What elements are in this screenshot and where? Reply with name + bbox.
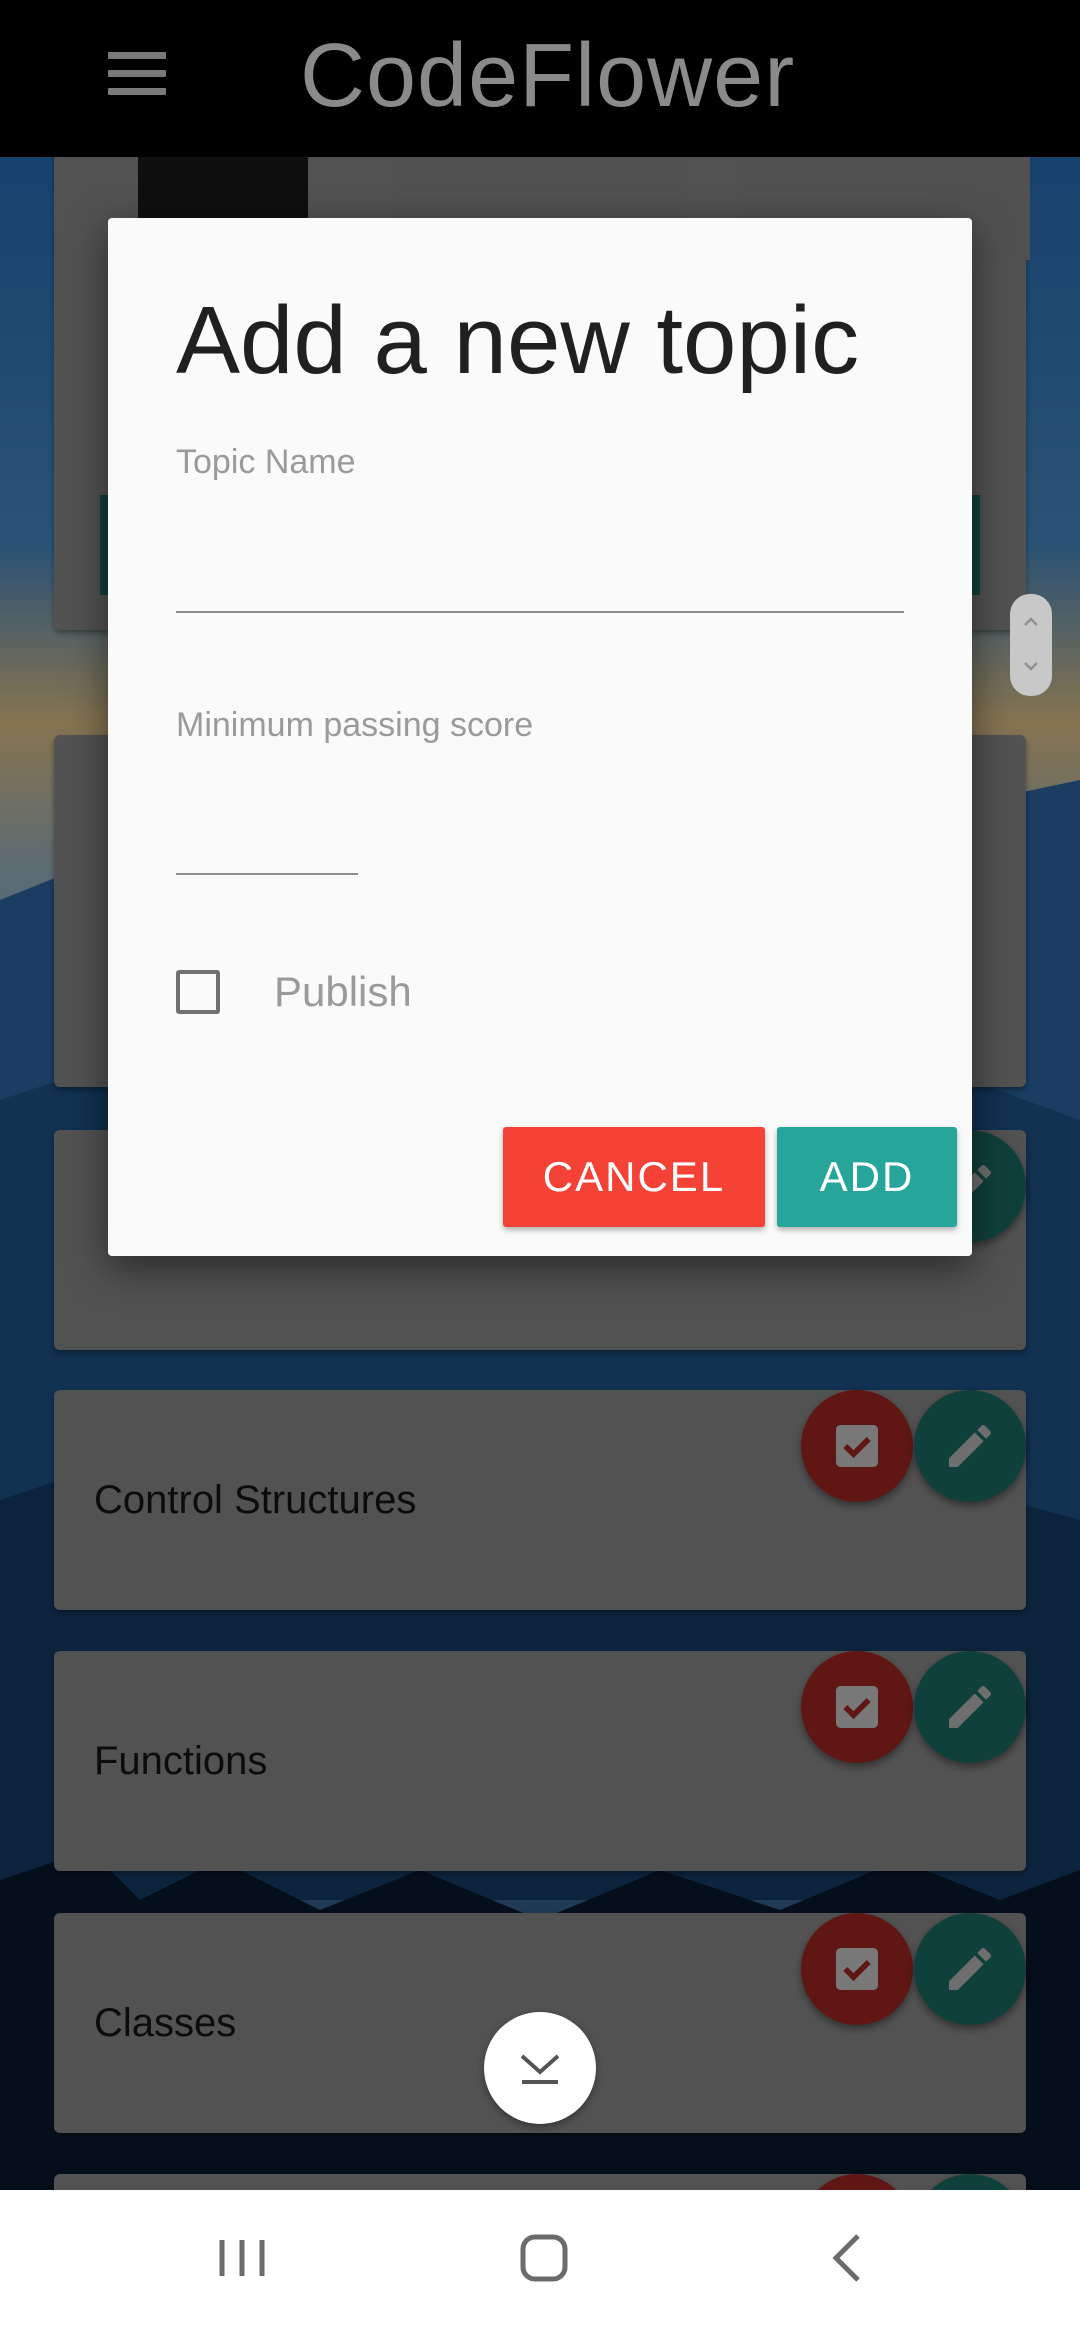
chevron-up-icon (1024, 617, 1038, 626)
topic-name-label: Topic Name (176, 443, 356, 481)
chevron-down-icon (1024, 662, 1038, 671)
back-button[interactable] (802, 2220, 892, 2296)
cancel-button[interactable]: CANCEL (503, 1127, 765, 1227)
recents-button[interactable] (197, 2220, 287, 2296)
dialog-title: Add a new topic (176, 287, 860, 394)
back-icon (832, 2234, 860, 2282)
min-score-underline (176, 873, 358, 875)
topic-name-input[interactable] (176, 538, 904, 598)
download-arrow-icon (520, 2054, 560, 2084)
publish-label[interactable]: Publish (274, 968, 412, 1016)
add-button[interactable]: ADD (777, 1127, 957, 1227)
home-icon (520, 2234, 568, 2282)
add-topic-dialog: Add a new topic Topic Name Minimum passi… (108, 218, 972, 1256)
publish-checkbox[interactable] (176, 970, 220, 1014)
scroll-to-bottom-button[interactable] (484, 2012, 596, 2124)
system-navigation-bar (0, 2190, 1080, 2325)
app-title: CodeFlower (300, 26, 796, 126)
topic-name-underline (176, 611, 904, 613)
hamburger-menu-icon[interactable] (108, 52, 172, 104)
recents-icon (219, 2240, 265, 2276)
min-score-input[interactable] (176, 801, 358, 861)
app-bar: CodeFlower (0, 0, 1080, 157)
home-button[interactable] (499, 2220, 589, 2296)
scroll-handle[interactable] (1010, 594, 1052, 696)
min-score-label: Minimum passing score (176, 706, 534, 744)
